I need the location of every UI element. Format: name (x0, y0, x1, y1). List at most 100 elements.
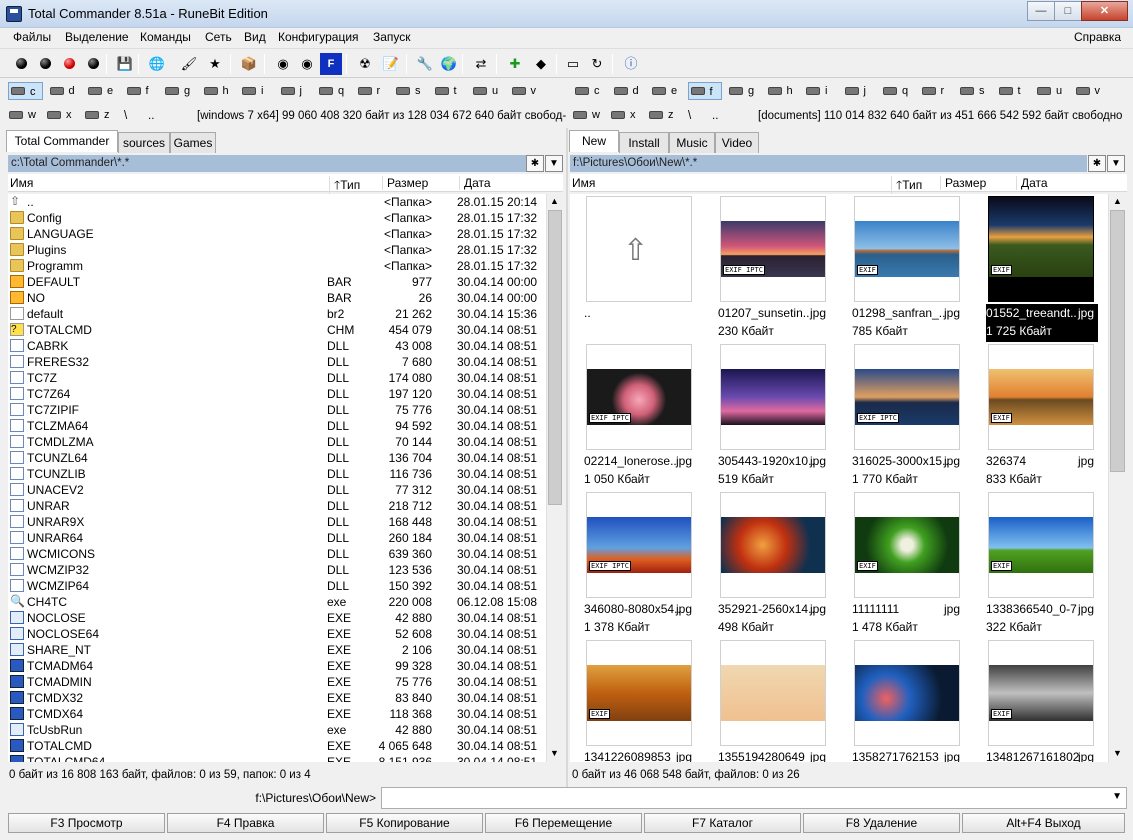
drive-q-button[interactable]: q (316, 82, 351, 100)
file-row[interactable]: WCMICONS DLL 639 360 30.04.14 08:51 (8, 546, 546, 562)
drive-i-button[interactable]: i (239, 82, 274, 100)
drive-u-button[interactable]: u (1034, 82, 1069, 100)
file-row[interactable]: TC7Z DLL 174 080 30.04.14 08:51 (8, 370, 546, 386)
chevron-down-icon[interactable]: ▼ (1112, 791, 1122, 802)
network-icon[interactable]: 🌐 (146, 53, 168, 75)
drive-r-button[interactable]: r (355, 82, 390, 100)
drive-f-button[interactable]: f (687, 82, 722, 100)
drive-x-button[interactable]: x (608, 106, 642, 124)
menu-commands[interactable]: Команды (140, 30, 191, 44)
file-row[interactable]: NO BAR 26 30.04.14 00:00 (8, 290, 546, 306)
drive-q-button[interactable]: q (880, 82, 915, 100)
file-row[interactable]: Plugins <Папка> 28.01.15 17:32 (8, 242, 546, 258)
drive-t-button[interactable]: t (996, 82, 1031, 100)
star-icon[interactable]: ★ (204, 53, 226, 75)
drive-e-button[interactable]: e (85, 82, 120, 100)
f2i-icon[interactable]: F (320, 53, 342, 75)
file-row[interactable]: TC7Z64 DLL 197 120 30.04.14 08:51 (8, 386, 546, 402)
right-history-button[interactable]: ▼ (1107, 155, 1125, 172)
right-hotlist-button[interactable]: ✱ (1088, 155, 1106, 172)
panel-splitter[interactable] (566, 128, 568, 788)
tab-total-commander[interactable]: Total Commander (6, 130, 118, 152)
plus-icon[interactable]: ✚ (504, 53, 526, 75)
file-row[interactable]: TCMADMIN EXE 75 776 30.04.14 08:51 (8, 674, 546, 690)
col-date[interactable]: Дата (1016, 176, 1048, 190)
file-row[interactable]: TCMDLZMA DLL 70 144 30.04.14 08:51 (8, 434, 546, 450)
globe-icon[interactable]: 🌍 (438, 53, 460, 75)
col-size[interactable]: Размер (382, 176, 457, 190)
file-row[interactable]: 🔍 CH4TC exe 220 008 06.12.08 15:08 (8, 594, 546, 610)
drive-v-button[interactable]: v (1073, 82, 1108, 100)
fkey-2-button[interactable]: F4 Правка (167, 813, 324, 833)
cd-burn-icon[interactable]: ☢ (354, 53, 376, 75)
close-button[interactable]: ✕ (1081, 1, 1128, 21)
compare-icon[interactable]: ⇄ (470, 53, 492, 75)
file-row[interactable]: TOTALCMD EXE 4 065 648 30.04.14 08:51 (8, 738, 546, 754)
tag-icon[interactable]: ◆ (530, 53, 552, 75)
file-row[interactable]: ? TOTALCMD CHM 454 079 30.04.14 08:51 (8, 322, 546, 338)
drive-icon[interactable]: ▭ (562, 53, 584, 75)
left-scrollbar[interactable]: ▲ ▼ (546, 194, 563, 762)
right-scrollbar[interactable]: ▲ ▼ (1108, 194, 1126, 762)
thumbnail-item[interactable]: EXIF 13481267161802 jpg (986, 640, 1108, 762)
drive-x-button[interactable]: x (44, 106, 78, 124)
file-row[interactable]: TOTALCMD64 EXE 8 151 936 30.04.14 08:51 (8, 754, 546, 762)
file-row[interactable]: CABRK DLL 43 008 30.04.14 08:51 (8, 338, 546, 354)
thumbnail-item[interactable]: 352921-2560x14.. jpg 498 Кбайт (718, 492, 848, 640)
thumbnail-item[interactable]: EXIF 326374 jpg 833 Кбайт (986, 344, 1108, 492)
root-button[interactable]: \ (124, 110, 127, 122)
tab-install[interactable]: Install (619, 132, 669, 153)
fkey-4-button[interactable]: F6 Перемещение (485, 813, 642, 833)
file-row[interactable]: SHARE_NT EXE 2 106 30.04.14 08:51 (8, 642, 546, 658)
file-row[interactable]: LANGUAGE <Папка> 28.01.15 17:32 (8, 226, 546, 242)
drive-z-button[interactable]: z (82, 106, 116, 124)
drive-r-button[interactable]: r (919, 82, 954, 100)
thumbnail-item[interactable]: EXIF IPTC 346080-8080x54.. jpg 1 378 Кбайт (584, 492, 714, 640)
drive-d-button[interactable]: d (47, 82, 82, 100)
menu-help[interactable]: Справка (1074, 30, 1121, 44)
thumbnail-item[interactable]: EXIF 11111111 jpg 1 478 Кбайт (852, 492, 982, 640)
thumbnail-item[interactable]: EXIF 1341226089853 jpg (584, 640, 714, 762)
scroll-down-icon[interactable]: ▼ (1113, 748, 1122, 758)
drive-z-button[interactable]: z (646, 106, 680, 124)
thumbnail-item[interactable]: EXIF 01552_treeandt.. jpg 1 725 Кбайт (986, 196, 1108, 344)
fkey-5-button[interactable]: F7 Каталог (644, 813, 801, 833)
fkey-3-button[interactable]: F5 Копирование (326, 813, 483, 833)
thumbnail-item[interactable]: 305443-1920x10.. jpg 519 Кбайт (718, 344, 848, 492)
drive-c-button[interactable]: c (8, 82, 43, 100)
left-path[interactable]: c:\Total Commander\*.* (8, 155, 526, 172)
file-row[interactable]: TCMADM64 EXE 99 328 30.04.14 08:51 (8, 658, 546, 674)
black-ball-icon[interactable] (82, 53, 104, 75)
fkey-1-button[interactable]: F3 Просмотр (8, 813, 165, 833)
file-row[interactable]: TcUsbRun exe 42 880 30.04.14 08:51 (8, 722, 546, 738)
drive-s-button[interactable]: s (957, 82, 992, 100)
file-row[interactable]: FRERES32 DLL 7 680 30.04.14 08:51 (8, 354, 546, 370)
drive-w-button[interactable]: w (6, 106, 40, 124)
maximize-button[interactable]: □ (1054, 1, 1082, 21)
drive-j-button[interactable]: j (842, 82, 877, 100)
drive-h-button[interactable]: h (765, 82, 800, 100)
drive-g-button[interactable]: g (162, 82, 197, 100)
drive-j-button[interactable]: j (278, 82, 313, 100)
drive-u-button[interactable]: u (470, 82, 505, 100)
file-row[interactable]: TCMDX64 EXE 118 368 30.04.14 08:51 (8, 706, 546, 722)
left-hotlist-button[interactable]: ✱ (526, 155, 544, 172)
drive-i-button[interactable]: i (803, 82, 838, 100)
fkey-6-button[interactable]: F8 Удаление (803, 813, 960, 833)
right-path[interactable]: f:\Pictures\Обои\New\*.* (570, 155, 1087, 172)
sync-icon[interactable]: ↻ (586, 53, 608, 75)
cd-icon[interactable]: ◉ (272, 53, 294, 75)
file-row[interactable]: TC7ZIPIF DLL 75 776 30.04.14 08:51 (8, 402, 546, 418)
parent-button[interactable]: .. (148, 110, 154, 122)
info-icon[interactable]: ⓘ (620, 53, 642, 75)
drive-t-button[interactable]: t (432, 82, 467, 100)
tab-video[interactable]: Video (715, 132, 759, 153)
file-row[interactable]: TCLZMA64 DLL 94 592 30.04.14 08:51 (8, 418, 546, 434)
file-row[interactable]: TCMDX32 EXE 83 840 30.04.14 08:51 (8, 690, 546, 706)
file-row[interactable]: UNRAR DLL 218 712 30.04.14 08:51 (8, 498, 546, 514)
thumbnail-item[interactable]: 1358271762153 jpg (852, 640, 982, 762)
drive-h-button[interactable]: h (201, 82, 236, 100)
file-row[interactable]: default br2 21 262 30.04.14 15:36 (8, 306, 546, 322)
wrench-icon[interactable]: 🔧 (414, 53, 436, 75)
file-row[interactable]: Config <Папка> 28.01.15 17:32 (8, 210, 546, 226)
